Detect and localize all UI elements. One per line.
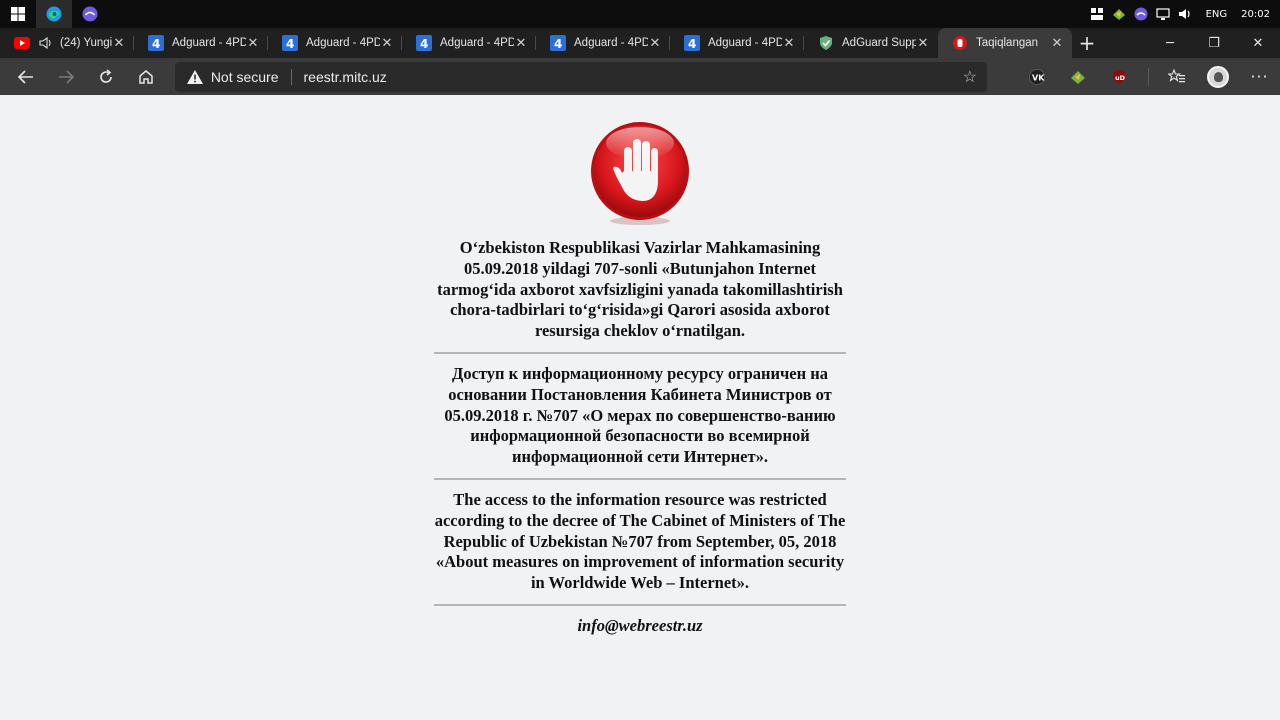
favorite-star-icon[interactable]: ☆ xyxy=(963,67,977,87)
tab-4pda[interactable]: 4 Adguard - 4PDA ✕ xyxy=(268,28,402,58)
address-bar[interactable]: Not secure reestr.mitc.uz ☆ xyxy=(174,61,987,92)
notice-uzbek: O‘zbekiston Respublikasi Vazirlar Mahkam… xyxy=(437,238,843,341)
notice-russian: Доступ к информационному ресурсу огранич… xyxy=(444,363,836,467)
tab-4pda[interactable]: 4 Adguard - 4PDA ✕ xyxy=(402,28,536,58)
settings-more-button[interactable]: ··· xyxy=(1239,62,1280,92)
avatar xyxy=(1207,65,1230,88)
tab-close-icon[interactable]: ✕ xyxy=(514,36,528,51)
divider xyxy=(434,603,846,606)
tab-close-icon[interactable]: ✕ xyxy=(916,36,930,51)
svg-text:uD: uD xyxy=(1115,74,1126,82)
tab-4pda[interactable]: 4 Adguard - 4PDA ✕ xyxy=(536,28,670,58)
notice-english: The access to the information resource w… xyxy=(434,489,846,593)
tab-title: Taqiqlangan xyxy=(976,37,1039,49)
clock[interactable]: 20:02 xyxy=(1241,9,1270,20)
svg-text:4: 4 xyxy=(554,37,562,51)
windows-taskbar: ENG 20:02 xyxy=(0,0,1280,28)
adguard-tray-icon[interactable] xyxy=(1112,7,1126,21)
contact-email: info@webreestr.uz xyxy=(577,615,703,635)
tray-app-icon[interactable] xyxy=(1090,7,1104,21)
input-language[interactable]: ENG xyxy=(1206,9,1228,20)
stop-hand-icon xyxy=(591,122,689,225)
blocked-page: O‘zbekiston Respublikasi Vazirlar Mahkam… xyxy=(0,95,1280,720)
forward-button[interactable] xyxy=(48,62,83,92)
divider xyxy=(434,351,846,354)
audio-playing-icon[interactable] xyxy=(38,35,54,51)
restriction-notice: O‘zbekiston Respublikasi Vazirlar Mahkam… xyxy=(430,238,850,636)
4pda-icon: 4 xyxy=(550,35,566,51)
system-tray: ENG 20:02 xyxy=(1090,0,1280,28)
svg-text:4: 4 xyxy=(688,37,696,51)
back-button[interactable] xyxy=(8,62,43,92)
tab-taqiqlangan[interactable]: Taqiqlangan ✕ xyxy=(938,28,1072,58)
vpn-tray-icon[interactable] xyxy=(1134,7,1148,21)
tab-title: (24) Yungi xyxy=(60,37,112,49)
adguard-extension-icon[interactable] xyxy=(1058,62,1099,92)
tab-close-icon[interactable]: ✕ xyxy=(246,36,260,51)
tab-close-icon[interactable]: ✕ xyxy=(112,36,126,51)
svg-text:4: 4 xyxy=(420,37,428,51)
4pda-icon: 4 xyxy=(282,35,298,51)
stop-hand-icon xyxy=(952,35,968,51)
tab-title: Adguard - 4PDA xyxy=(306,37,380,49)
new-tab-button[interactable]: + xyxy=(1072,28,1102,58)
4pda-icon: 4 xyxy=(416,35,432,51)
close-window-icon[interactable]: ✕ xyxy=(1236,28,1280,58)
home-button[interactable] xyxy=(129,62,164,92)
warning-icon[interactable] xyxy=(186,69,203,85)
minimize-icon[interactable]: ─ xyxy=(1148,28,1192,58)
tab-close-icon[interactable]: ✕ xyxy=(1050,36,1064,51)
more-icon: ··· xyxy=(1250,67,1269,86)
tab-title: Adguard - 4PDA xyxy=(172,37,246,49)
tab-adguard-support[interactable]: AdGuard Support ✕ xyxy=(804,28,938,58)
tab-strip: (24) Yungi ✕ 4 Adguard - 4PDA ✕ 4 Adguar… xyxy=(0,28,1280,58)
svg-text:4: 4 xyxy=(286,37,294,51)
4pda-icon: 4 xyxy=(148,35,164,51)
tab-close-icon[interactable]: ✕ xyxy=(380,36,394,51)
app-taskbar-icon[interactable] xyxy=(72,0,108,28)
tab-title: Adguard - 4PDA xyxy=(440,37,514,49)
profile-avatar[interactable] xyxy=(1198,62,1239,92)
divider xyxy=(434,477,846,480)
tab-4pda[interactable]: 4 Adguard - 4PDA ✕ xyxy=(134,28,268,58)
browser-toolbar: Not secure reestr.mitc.uz ☆ VK uD ··· xyxy=(0,58,1280,95)
tab-title: Adguard - 4PDA xyxy=(708,37,782,49)
youtube-icon xyxy=(14,35,30,51)
tab-title: Adguard - 4PDA xyxy=(574,37,648,49)
tab-close-icon[interactable]: ✕ xyxy=(648,36,662,51)
ublock-extension-icon[interactable]: uD xyxy=(1099,62,1140,92)
refresh-button[interactable] xyxy=(88,62,123,92)
svg-text:VK: VK xyxy=(1032,73,1045,82)
windows-start-icon[interactable] xyxy=(0,0,36,28)
tab-4pda[interactable]: 4 Adguard - 4PDA ✕ xyxy=(670,28,804,58)
volume-icon[interactable] xyxy=(1178,7,1192,21)
tab-youtube[interactable]: (24) Yungi ✕ xyxy=(0,28,134,58)
tab-title: AdGuard Support xyxy=(842,37,916,49)
tab-close-icon[interactable]: ✕ xyxy=(782,36,796,51)
security-status[interactable]: Not secure xyxy=(211,69,279,85)
window-controls: ─ ❐ ✕ xyxy=(1148,28,1280,58)
svg-text:4: 4 xyxy=(152,37,160,51)
edge-taskbar-icon[interactable] xyxy=(36,0,72,28)
restore-icon[interactable]: ❐ xyxy=(1192,28,1236,58)
network-icon[interactable] xyxy=(1156,7,1170,21)
favorites-icon[interactable] xyxy=(1157,62,1198,92)
url-text[interactable]: reestr.mitc.uz xyxy=(304,69,963,85)
vk-extension-icon[interactable]: VK xyxy=(1017,62,1058,92)
extensions-area: VK uD ··· xyxy=(1017,62,1280,92)
adguard-shield-icon xyxy=(818,35,834,51)
4pda-icon: 4 xyxy=(684,35,700,51)
